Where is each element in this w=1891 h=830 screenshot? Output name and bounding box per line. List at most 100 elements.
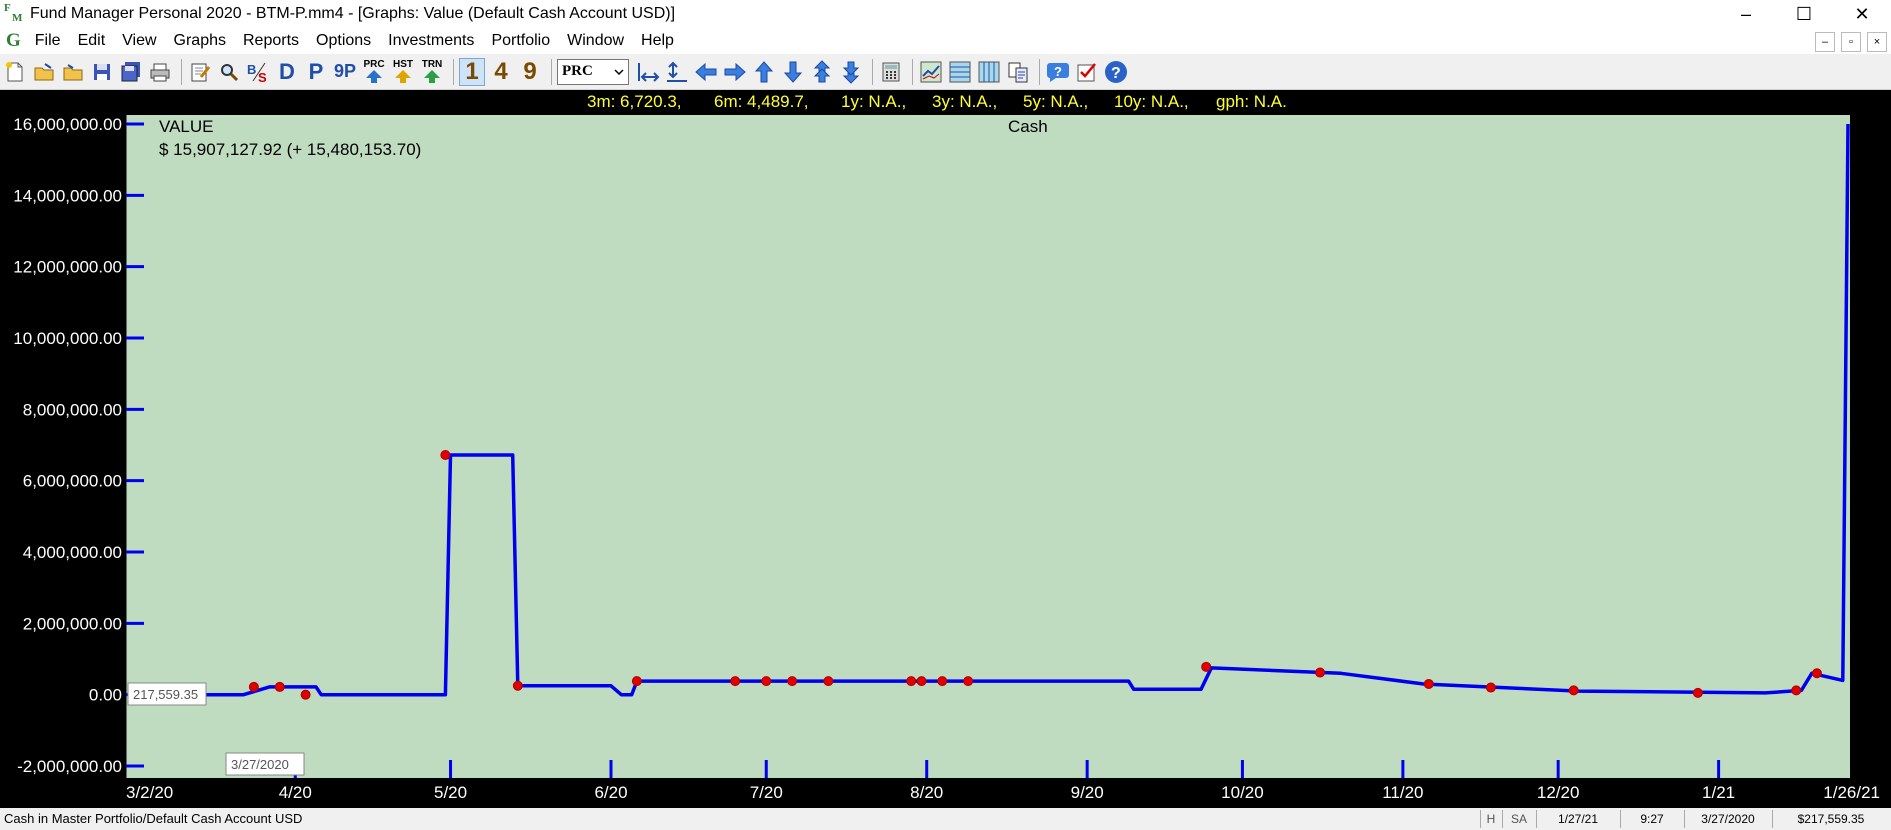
status-bar: Cash in Master Portfolio/Default Cash Ac… xyxy=(0,808,1891,830)
transaction-marker xyxy=(787,676,798,687)
plot-area[interactable] xyxy=(126,115,1850,778)
close-button[interactable]: ✕ xyxy=(1833,0,1891,28)
nine-p-button[interactable]: 9P xyxy=(332,58,358,86)
expand-horizontal-icon[interactable] xyxy=(635,58,661,86)
maximize-button[interactable]: ☐ xyxy=(1775,0,1833,28)
daily-button[interactable]: D xyxy=(274,58,300,86)
transaction-marker xyxy=(1791,685,1802,696)
print-icon[interactable] xyxy=(147,58,173,86)
stat-10y: 10y: N.A., xyxy=(1114,92,1189,111)
mdi-close-button[interactable]: × xyxy=(1867,32,1887,52)
x-tick-label: 1/26/21 xyxy=(1823,783,1880,802)
menu-help[interactable]: Help xyxy=(633,32,683,50)
transaction-marker xyxy=(761,676,772,687)
vertical-grid-icon[interactable] xyxy=(976,58,1002,86)
value-graph-svg[interactable]: -2,000,000.00 0.00 2,000,000.00 4,000,000.0… xyxy=(0,112,1891,808)
menu-reports[interactable]: Reports xyxy=(235,32,308,50)
copy-graph-icon[interactable] xyxy=(1005,58,1031,86)
stat-5y: 5y: N.A., xyxy=(1023,92,1089,111)
menu-file[interactable]: File xyxy=(27,32,70,50)
horizontal-grid-icon[interactable] xyxy=(947,58,973,86)
checklist-icon[interactable] xyxy=(1074,58,1100,86)
stat-1y: 1y: N.A., xyxy=(841,92,907,111)
edit-notes-icon[interactable] xyxy=(187,58,213,86)
help-icon[interactable]: ? xyxy=(1103,58,1129,86)
status-cursor-value: $217,559.35 xyxy=(1772,810,1889,828)
toolbar-separator xyxy=(872,58,873,85)
menu-window[interactable]: Window xyxy=(559,32,633,50)
status-current-date: 1/27/21 xyxy=(1536,810,1619,828)
transaction-marker xyxy=(1315,667,1326,678)
chart-title: Cash xyxy=(1008,117,1048,136)
x-tick-label: 1/21 xyxy=(1702,783,1735,802)
help-context-icon[interactable]: ? xyxy=(1045,58,1071,86)
value-graph[interactable]: -2,000,000.00 0.00 2,000,000.00 4,000,000.0… xyxy=(0,112,1891,808)
trn-download-button[interactable]: TRN xyxy=(419,58,445,86)
open-folder-icon[interactable] xyxy=(31,58,57,86)
menu-options[interactable]: Options xyxy=(308,32,380,50)
four-year-button[interactable]: 4 xyxy=(488,58,514,86)
mdi-minimize-button[interactable]: – xyxy=(1815,32,1835,52)
menu-bar: G File Edit View Graphs Reports Options … xyxy=(0,28,1891,54)
x-tick-label: 6/20 xyxy=(594,783,627,802)
menu-portfolio[interactable]: Portfolio xyxy=(483,32,559,50)
double-arrow-down-icon[interactable] xyxy=(838,58,864,86)
x-tick-label: 9/20 xyxy=(1071,783,1104,802)
menu-investments[interactable]: Investments xyxy=(380,32,483,50)
y-tick-label: 10,000,000.00 xyxy=(13,329,122,348)
status-time: 9:27 xyxy=(1620,810,1683,828)
status-h: H xyxy=(1480,810,1501,828)
one-year-button[interactable]: 1 xyxy=(459,57,485,86)
arrow-left-icon[interactable] xyxy=(693,58,719,86)
x-tick-label: 10/20 xyxy=(1221,783,1264,802)
y-tick-label: 4,000,000.00 xyxy=(23,543,122,562)
toolbar-separator xyxy=(453,58,454,85)
title-bar: F M Fund Manager Personal 2020 - BTM-P.m… xyxy=(0,0,1891,28)
window-title: Fund Manager Personal 2020 - BTM-P.mm4 -… xyxy=(30,5,676,22)
transaction-marker xyxy=(1485,682,1496,693)
y-tick-label: 8,000,000.00 xyxy=(23,400,122,419)
stat-6m: 6m: 4,489.7, xyxy=(714,92,809,111)
buy-sell-icon[interactable]: BS xyxy=(245,58,271,86)
save-all-icon[interactable] xyxy=(118,58,144,86)
new-file-icon[interactable] xyxy=(2,58,28,86)
stat-3y: 3y: N.A., xyxy=(932,92,998,111)
mdi-restore-button[interactable]: ▫ xyxy=(1841,32,1861,52)
y-tick-label: 14,000,000.00 xyxy=(13,186,122,205)
menu-graphs[interactable]: Graphs xyxy=(166,32,235,50)
transaction-marker xyxy=(730,676,741,687)
expand-vertical-icon[interactable] xyxy=(664,58,690,86)
performance-stats-bar: 3m: 6,720.3, 6m: 4,489.7, 1y: N.A., 3y: … xyxy=(0,90,1891,112)
minimize-button[interactable]: – xyxy=(1717,0,1775,28)
arrow-up-icon[interactable] xyxy=(751,58,777,86)
double-arrow-up-icon[interactable] xyxy=(809,58,835,86)
arrow-down-icon[interactable] xyxy=(780,58,806,86)
search-icon[interactable] xyxy=(216,58,242,86)
arrow-right-icon[interactable] xyxy=(722,58,748,86)
menu-view[interactable]: View xyxy=(114,32,165,50)
y-tick-label: 16,000,000.00 xyxy=(13,115,122,134)
cursor-date-tooltip: 3/27/2020 xyxy=(225,752,305,776)
open-folder-2-icon[interactable] xyxy=(60,58,86,86)
save-icon[interactable] xyxy=(89,58,115,86)
chevron-down-icon xyxy=(614,68,624,75)
portfolio-button[interactable]: P xyxy=(303,58,329,86)
menu-edit[interactable]: Edit xyxy=(70,32,115,50)
hst-label: HST xyxy=(393,59,413,70)
x-tick-label: 11/20 xyxy=(1382,783,1423,802)
status-cursor-date: 3/27/2020 xyxy=(1684,810,1771,828)
transaction-marker xyxy=(512,680,523,691)
trn-label: TRN xyxy=(421,59,443,70)
graph-type-select[interactable]: PRC xyxy=(557,58,629,85)
x-tick-label: 5/20 xyxy=(434,783,467,802)
y-tick-label: -2,000,000.00 xyxy=(17,757,122,776)
toolbar: BS D P 9P PRC HST TRN 1 4 9 PRC ? ? xyxy=(0,54,1891,90)
calculator-icon[interactable] xyxy=(878,58,904,86)
nine-year-button[interactable]: 9 xyxy=(517,58,543,86)
line-graph-icon[interactable] xyxy=(918,58,944,86)
hst-download-button[interactable]: HST xyxy=(390,58,416,86)
prc-download-button[interactable]: PRC xyxy=(361,58,387,86)
toolbar-separator xyxy=(1039,58,1040,85)
transaction-marker xyxy=(274,681,285,692)
value-label: VALUE xyxy=(159,117,214,136)
